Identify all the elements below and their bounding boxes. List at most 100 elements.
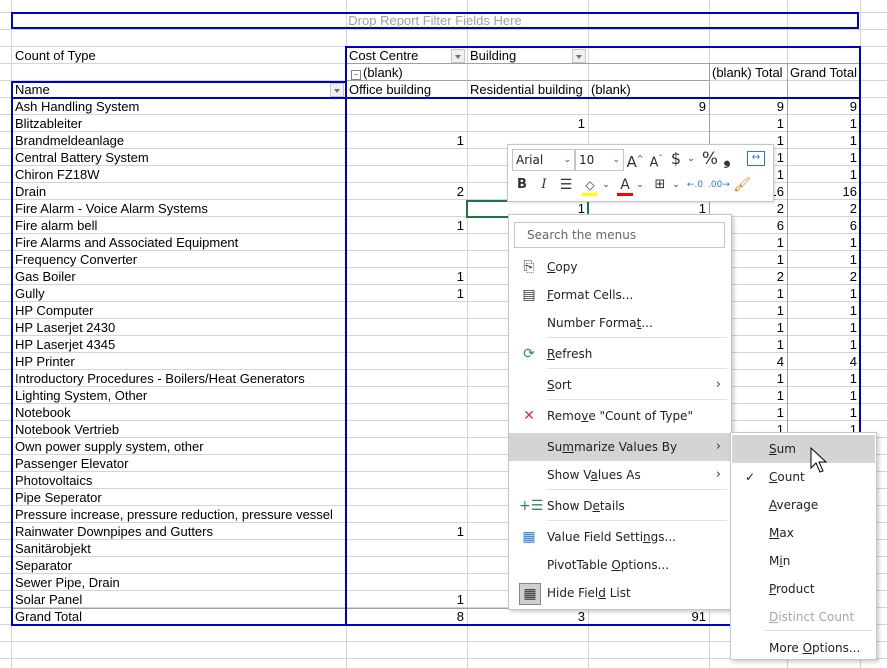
cell-office[interactable] bbox=[346, 166, 467, 183]
row-name[interactable]: Own power supply system, other bbox=[15, 438, 345, 455]
row-name[interactable]: Gas Boiler bbox=[15, 268, 345, 285]
cell-office[interactable] bbox=[346, 336, 467, 353]
cell-office[interactable] bbox=[346, 421, 467, 438]
row-name[interactable]: Central Battery System bbox=[15, 149, 345, 166]
menu-item-copy[interactable]: ⎘ Copy bbox=[509, 253, 731, 281]
menu-item-refresh[interactable]: ⟳ Refresh bbox=[509, 340, 731, 368]
cell-office[interactable]: 1 bbox=[346, 591, 467, 608]
font-name-select[interactable]: Arial ⌄ bbox=[512, 149, 575, 171]
increase-font-size-icon[interactable]: A^ bbox=[625, 149, 645, 171]
cell-office[interactable]: 1 bbox=[346, 268, 467, 285]
cell-office[interactable] bbox=[346, 200, 467, 217]
cell-office[interactable] bbox=[346, 489, 467, 506]
cell-office[interactable] bbox=[346, 319, 467, 336]
grand-total-cell-office[interactable]: 8 bbox=[346, 608, 467, 625]
cell-office[interactable]: 1 bbox=[346, 132, 467, 149]
cell-residential[interactable]: 1 bbox=[467, 115, 588, 132]
row-name[interactable]: HP Laserjet 4345 bbox=[15, 336, 345, 353]
cell-blank[interactable] bbox=[588, 115, 709, 132]
cell-grand-total[interactable]: 4 bbox=[787, 353, 860, 370]
cell-grand-total[interactable]: 1 bbox=[787, 132, 860, 149]
menu-item-pivottable-options[interactable]: PivotTable Options... bbox=[509, 551, 731, 579]
cell-office[interactable] bbox=[346, 302, 467, 319]
align-center-icon[interactable]: ☰ bbox=[557, 175, 575, 197]
submenu-item-product[interactable]: Product bbox=[732, 575, 875, 603]
cell-grand-total[interactable]: 6 bbox=[787, 217, 860, 234]
cell-grand-total[interactable]: 1 bbox=[787, 336, 860, 353]
cell-blank[interactable]: 9 bbox=[588, 98, 709, 115]
row-name[interactable]: Blitzableiter bbox=[15, 115, 345, 132]
submenu-item-count[interactable]: ✓ Count bbox=[732, 463, 875, 491]
cell-office[interactable] bbox=[346, 251, 467, 268]
row-name[interactable]: HP Printer bbox=[15, 353, 345, 370]
cell-grand-total[interactable]: 16 bbox=[787, 183, 860, 200]
row-name[interactable]: Chiron FZ18W bbox=[15, 166, 345, 183]
cell-office[interactable] bbox=[346, 404, 467, 421]
collapse-icon[interactable]: − bbox=[351, 70, 361, 80]
borders-icon[interactable]: ⊞ bbox=[651, 175, 669, 197]
row-name[interactable]: HP Computer bbox=[15, 302, 345, 319]
cell-grand-total[interactable]: 1 bbox=[787, 285, 860, 302]
cell-office[interactable] bbox=[346, 455, 467, 472]
cell-grand-total[interactable]: 1 bbox=[787, 166, 860, 183]
row-name[interactable]: Sanitärobjekt bbox=[15, 540, 345, 557]
cell-office[interactable] bbox=[346, 98, 467, 115]
cell-office[interactable] bbox=[346, 472, 467, 489]
row-name[interactable]: Fire Alarms and Associated Equipment bbox=[15, 234, 345, 251]
cell-residential[interactable] bbox=[467, 98, 588, 115]
cell-office[interactable]: 1 bbox=[346, 285, 467, 302]
submenu-item-min[interactable]: Min bbox=[732, 547, 875, 575]
cell-office[interactable] bbox=[346, 540, 467, 557]
menu-item-value-field-settings[interactable]: ▦ Value Field Settings... bbox=[509, 523, 731, 551]
submenu-item-max[interactable]: Max bbox=[732, 519, 875, 547]
row-name[interactable]: Drain bbox=[15, 183, 345, 200]
decrease-decimal-icon[interactable]: .00→ bbox=[708, 175, 730, 197]
cell-grand-total[interactable]: 1 bbox=[787, 115, 860, 132]
cell-blank-total[interactable]: 1 bbox=[709, 115, 787, 132]
fill-color-icon[interactable]: ◇ bbox=[580, 175, 600, 197]
report-filter-drop-zone[interactable]: Drop Report Filter Fields Here bbox=[11, 12, 859, 29]
cell-grand-total[interactable]: 1 bbox=[787, 387, 860, 404]
row-name[interactable]: Fire Alarm - Voice Alarm Systems bbox=[15, 200, 345, 217]
row-name[interactable]: Passenger Elevator bbox=[15, 455, 345, 472]
menu-item-show-details[interactable]: +☰ Show Details bbox=[509, 492, 731, 520]
menu-item-hide-field-list[interactable]: ▦ Hide Field List bbox=[509, 579, 731, 607]
decrease-font-size-icon[interactable]: Aˇ bbox=[646, 149, 666, 171]
chevron-down-icon[interactable]: ⌄ bbox=[671, 175, 681, 197]
chevron-down-icon[interactable]: ⌄ bbox=[635, 175, 645, 197]
cell-grand-total[interactable]: 1 bbox=[787, 149, 860, 166]
row-name[interactable]: Gully bbox=[15, 285, 345, 302]
increase-decimal-icon[interactable]: ←.0 bbox=[686, 175, 704, 197]
cell-grand-total[interactable]: 1 bbox=[787, 302, 860, 319]
cell-office[interactable] bbox=[346, 557, 467, 574]
menu-item-format-cells[interactable]: ▤ Format Cells... bbox=[509, 281, 731, 309]
cost-centre-filter-dropdown[interactable] bbox=[451, 49, 465, 63]
submenu-item-sum[interactable]: Sum bbox=[732, 435, 875, 463]
cell-office[interactable] bbox=[346, 387, 467, 404]
cell-grand-total[interactable]: 1 bbox=[787, 234, 860, 251]
cell-grand-total[interactable]: 1 bbox=[787, 404, 860, 421]
chevron-down-icon[interactable]: ⌄ bbox=[685, 149, 697, 171]
row-name[interactable]: Ash Handling System bbox=[15, 98, 345, 115]
italic-icon[interactable]: I bbox=[536, 175, 552, 197]
search-menus-input[interactable]: Search the menus bbox=[514, 222, 725, 248]
name-filter-dropdown[interactable] bbox=[330, 83, 344, 97]
row-name[interactable]: Fire alarm bell bbox=[15, 217, 345, 234]
row-name[interactable]: Brandmeldeanlage bbox=[15, 132, 345, 149]
merge-center-icon[interactable]: ↔ bbox=[747, 151, 765, 166]
cell-grand-total[interactable]: 2 bbox=[787, 200, 860, 217]
row-name[interactable]: Frequency Converter bbox=[15, 251, 345, 268]
currency-icon[interactable]: $ bbox=[668, 149, 684, 171]
cell-grand-total[interactable]: 1 bbox=[787, 251, 860, 268]
cell-office[interactable] bbox=[346, 506, 467, 523]
row-name[interactable]: Separator bbox=[15, 557, 345, 574]
cell-office[interactable] bbox=[346, 115, 467, 132]
font-size-select[interactable]: 10 ⌄ bbox=[575, 149, 624, 171]
row-name[interactable]: Introductory Procedures - Boilers/Heat G… bbox=[15, 370, 345, 387]
cell-grand-total[interactable]: 2 bbox=[787, 268, 860, 285]
cell-office[interactable] bbox=[346, 370, 467, 387]
row-name[interactable]: Sewer Pipe, Drain bbox=[15, 574, 345, 591]
submenu-item-average[interactable]: Average bbox=[732, 491, 875, 519]
cell-grand-total[interactable]: 9 bbox=[787, 98, 860, 115]
row-name[interactable]: Pipe Seperator bbox=[15, 489, 345, 506]
